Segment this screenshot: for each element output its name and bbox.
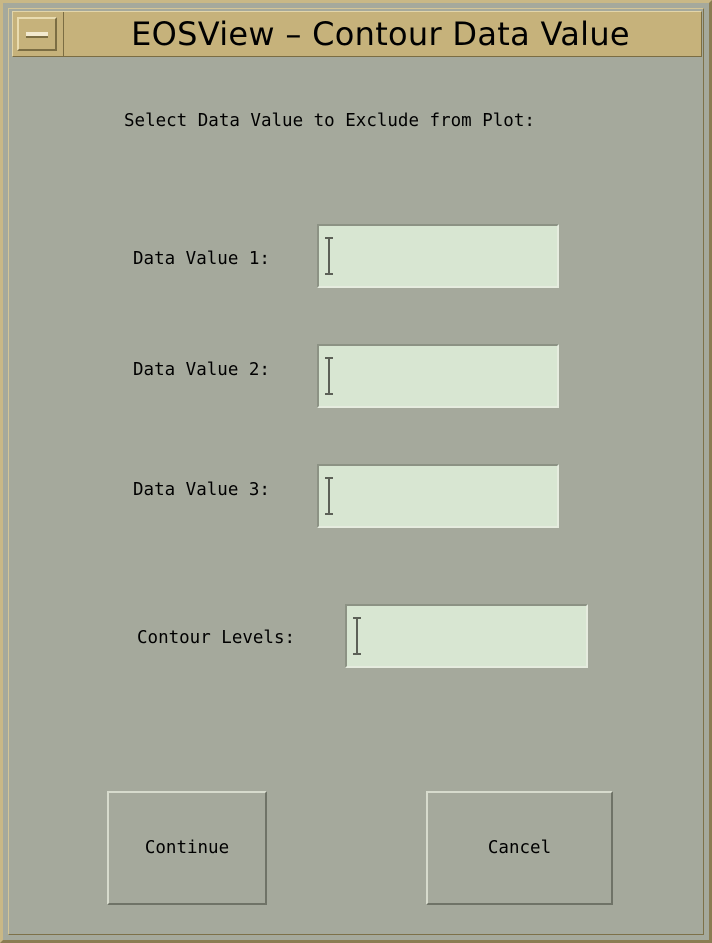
data-value-2-label: Data Value 2: <box>133 360 270 380</box>
window-title: EOSView – Contour Data Value <box>131 15 630 53</box>
data-value-2-field[interactable] <box>317 344 559 408</box>
title-bar[interactable]: EOSView – Contour Data Value <box>12 11 702 57</box>
contour-levels-input[interactable] <box>361 606 582 666</box>
contour-levels-field[interactable] <box>345 604 588 668</box>
data-value-1-input[interactable] <box>333 226 553 286</box>
window-menu-button[interactable] <box>17 17 57 51</box>
window-menu-icon <box>26 32 48 38</box>
data-value-3-label: Data Value 3: <box>133 480 270 500</box>
contour-levels-label: Contour Levels: <box>137 628 296 648</box>
cancel-button[interactable]: Cancel <box>426 791 613 905</box>
title-area[interactable]: EOSView – Contour Data Value <box>63 12 697 56</box>
dialog-window: EOSView – Contour Data Value Select Data… <box>0 0 712 943</box>
continue-button[interactable]: Continue <box>107 791 267 905</box>
data-value-1-label: Data Value 1: <box>133 249 270 269</box>
data-value-3-field[interactable] <box>317 464 559 528</box>
data-value-1-field[interactable] <box>317 224 559 288</box>
data-value-3-input[interactable] <box>333 466 553 526</box>
instruction-text: Select Data Value to Exclude from Plot: <box>124 111 535 131</box>
data-value-2-input[interactable] <box>333 346 553 406</box>
